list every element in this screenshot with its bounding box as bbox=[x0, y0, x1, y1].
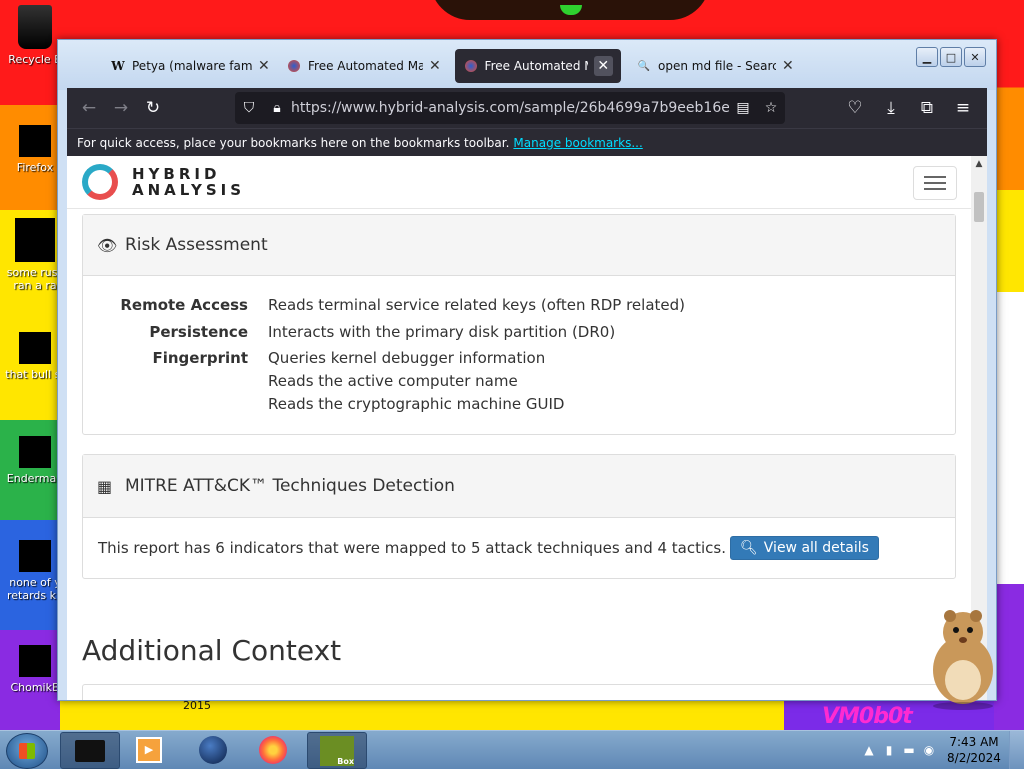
hybrid-analysis-logo[interactable]: HYBRID ANALYSIS bbox=[82, 164, 245, 200]
action-center-icon[interactable]: ▬ bbox=[899, 743, 919, 757]
risk-row: Fingerprint Queries kernel debugger info… bbox=[152, 349, 565, 413]
firefox-icon bbox=[19, 125, 51, 157]
firefox-icon bbox=[259, 735, 287, 764]
network-icon[interactable]: ▮ bbox=[879, 743, 899, 757]
risk-row: Remote Access Reads terminal service rel… bbox=[120, 296, 685, 314]
wikipedia-icon: W bbox=[111, 59, 125, 73]
box-app-icon: Box bbox=[320, 735, 354, 766]
windows-logo-icon bbox=[19, 743, 35, 759]
taskbar-item-media-player[interactable]: ▶ bbox=[120, 732, 178, 767]
wallpaper-text: VM0b0t bbox=[822, 704, 913, 729]
file-icon bbox=[19, 436, 51, 468]
bookmarks-toolbar: For quick access, place your bookmarks h… bbox=[67, 128, 987, 156]
navigation-toolbar: ← → ↻ ⛉ 🔒︎ https://www.hybrid-analysis.c… bbox=[67, 88, 987, 128]
search-icon: 🔍 bbox=[637, 60, 651, 72]
menu-icon[interactable]: ≡ bbox=[947, 92, 979, 124]
scroll-up-icon[interactable]: ▲ bbox=[971, 156, 987, 172]
maximize-button[interactable]: □ bbox=[940, 47, 962, 67]
globe-icon bbox=[199, 735, 227, 764]
reload-button[interactable]: ↻ bbox=[137, 92, 169, 124]
bookmark-star-icon[interactable]: ☆ bbox=[757, 100, 785, 116]
media-player-icon: ▶ bbox=[136, 736, 162, 763]
file-icon bbox=[15, 218, 55, 262]
tab-petya[interactable]: W Petya (malware famil ✕ bbox=[110, 49, 270, 83]
taskbar-item-box[interactable]: Box bbox=[307, 732, 367, 769]
url-bar[interactable]: ⛉ 🔒︎ https://www.hybrid-analysis.com/sam… bbox=[235, 92, 785, 124]
hamburger-menu-button[interactable] bbox=[913, 166, 957, 200]
tab-bar: W Petya (malware famil ✕ Free Automated … bbox=[58, 40, 996, 90]
risk-assessment-header: 👁︎ Risk Assessment bbox=[83, 215, 955, 276]
risk-assessment-title: Risk Assessment bbox=[125, 235, 268, 255]
additional-context-heading: Additional Context bbox=[82, 634, 342, 667]
volume-icon[interactable]: ◉ bbox=[919, 743, 939, 757]
risk-row: Persistence Interacts with the primary d… bbox=[149, 323, 616, 341]
tab-open-md-file[interactable]: 🔍 open md file - Search ✕ bbox=[636, 49, 801, 83]
extensions-icon[interactable]: ⧉ bbox=[911, 92, 943, 124]
back-button[interactable]: ← bbox=[73, 92, 105, 124]
taskbar-item-firefox[interactable] bbox=[244, 732, 302, 767]
hamster-gadget[interactable] bbox=[918, 600, 1008, 710]
taskbar-item-explorer[interactable] bbox=[60, 732, 120, 769]
taskbar-item-globe[interactable] bbox=[184, 732, 242, 767]
table-icon: ▦ bbox=[97, 476, 113, 496]
pocket-icon[interactable]: ♡ bbox=[839, 92, 871, 124]
shield-icon[interactable]: ⛉ bbox=[235, 100, 263, 116]
browser-window: W Petya (malware famil ✕ Free Automated … bbox=[57, 39, 997, 701]
mitre-summary: This report has 6 indicators that were m… bbox=[98, 539, 726, 557]
manage-bookmarks-link[interactable]: Manage bookmarks... bbox=[513, 136, 642, 150]
bookmarks-hint: For quick access, place your bookmarks h… bbox=[77, 135, 510, 150]
close-icon[interactable]: ✕ bbox=[258, 58, 270, 74]
file-icon bbox=[19, 332, 51, 364]
page-content: HYBRID ANALYSIS ▲ 👁︎ Risk Assessment Rem… bbox=[67, 156, 987, 700]
file-icon bbox=[19, 645, 51, 677]
search-icon: 🔍︎ bbox=[740, 540, 758, 556]
close-window-button[interactable]: ✕ bbox=[964, 47, 986, 67]
recycle-bin-icon bbox=[18, 5, 52, 49]
mitre-panel: ▦ MITRE ATT&CK™ Techniques Detection Thi… bbox=[82, 454, 956, 579]
close-icon[interactable]: ✕ bbox=[782, 58, 794, 74]
url-text[interactable]: https://www.hybrid-analysis.com/sample/2… bbox=[291, 100, 729, 116]
window-controls: ▁ □ ✕ bbox=[916, 47, 986, 67]
folder-icon bbox=[75, 739, 105, 762]
logo-ring-icon bbox=[82, 164, 118, 200]
tab-free-automated-1[interactable]: Free Automated Malw ✕ bbox=[286, 49, 446, 83]
reader-view-icon[interactable]: ▤ bbox=[729, 100, 757, 116]
mitre-title: MITRE ATT&CK™ Techniques Detection bbox=[125, 476, 455, 496]
start-button[interactable] bbox=[6, 733, 48, 769]
show-hidden-icons-icon[interactable]: ▲ bbox=[859, 743, 879, 757]
eye-icon: 👁︎ bbox=[97, 235, 118, 255]
firefox-icon bbox=[286, 58, 302, 74]
site-header: HYBRID ANALYSIS bbox=[67, 156, 971, 209]
firefox-icon bbox=[463, 58, 479, 74]
mitre-header: ▦ MITRE ATT&CK™ Techniques Detection bbox=[83, 455, 955, 518]
tab-free-automated-active[interactable]: Free Automated Mal ✕ bbox=[455, 49, 621, 83]
forward-button[interactable]: → bbox=[105, 92, 137, 124]
lock-icon[interactable]: 🔒︎ bbox=[263, 100, 291, 116]
close-icon[interactable]: ✕ bbox=[593, 56, 613, 76]
download-icon[interactable]: ⤓ bbox=[875, 92, 907, 124]
risk-assessment-panel: 👁︎ Risk Assessment Remote Access Reads t… bbox=[82, 214, 956, 435]
clock[interactable]: 7:43 AM 8/2/2024 bbox=[939, 734, 1009, 766]
view-all-details-button[interactable]: 🔍︎ View all details bbox=[730, 536, 879, 560]
taskbar: ▶ Box ▲ ▮ ▬ ◉ 7:43 AM 8/2/2024 bbox=[0, 730, 1024, 769]
system-tray: ▲ ▮ ▬ ◉ 7:43 AM 8/2/2024 bbox=[859, 731, 1024, 769]
additional-context-panel bbox=[82, 684, 956, 700]
file-icon bbox=[19, 540, 51, 572]
show-desktop-button[interactable] bbox=[1009, 731, 1024, 769]
minimize-button[interactable]: ▁ bbox=[916, 47, 938, 67]
close-icon[interactable]: ✕ bbox=[429, 58, 441, 74]
scrollbar-thumb[interactable] bbox=[974, 192, 984, 222]
